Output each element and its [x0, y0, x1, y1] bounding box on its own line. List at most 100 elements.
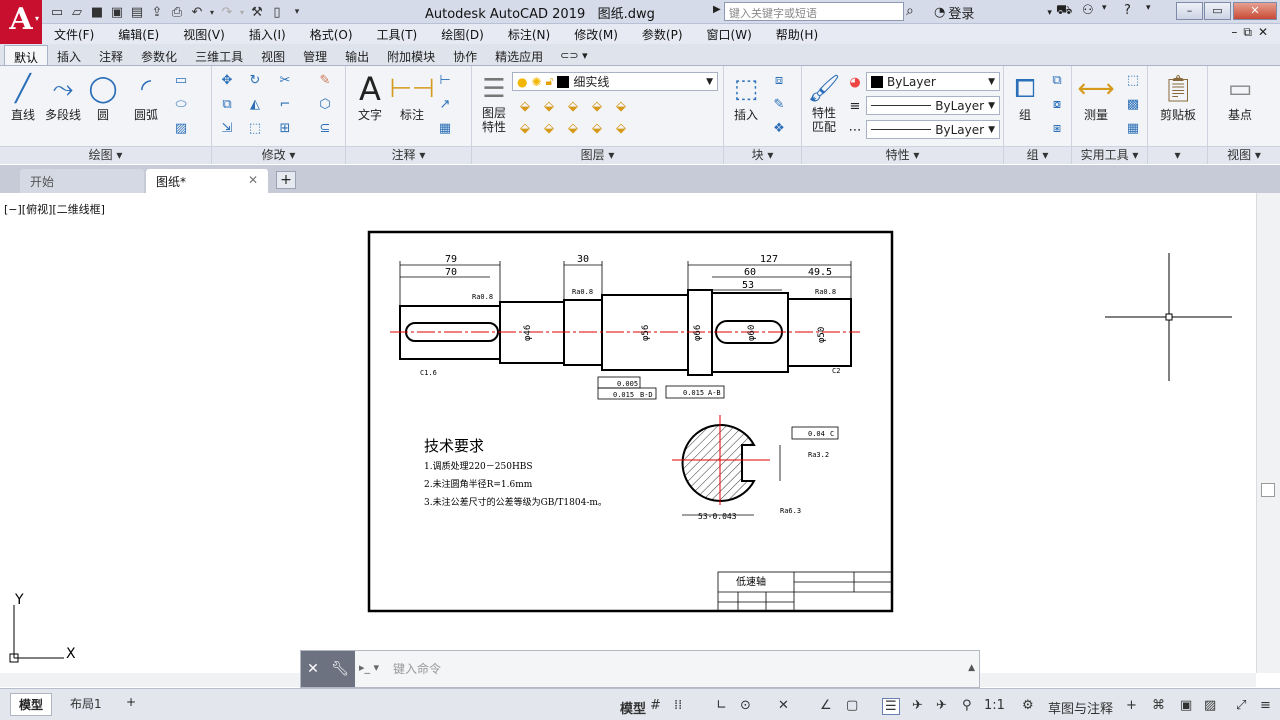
- group-button[interactable]: ⧠ 组: [1005, 72, 1045, 123]
- fullscreen-icon[interactable]: ⤢: [1236, 698, 1246, 713]
- layer-tool-4-icon[interactable]: ⬙: [588, 98, 606, 116]
- tab-addins[interactable]: 附加模块: [378, 45, 444, 65]
- menu-insert[interactable]: 插入(I): [237, 26, 298, 43]
- close-tab-icon[interactable]: ✕: [248, 173, 258, 187]
- annotation-visibility-icon[interactable]: ✈: [912, 698, 923, 713]
- text-button[interactable]: A 文字: [350, 70, 390, 123]
- panel-utilities-title[interactable]: 实用工具 ▾: [1072, 146, 1147, 164]
- circle-button[interactable]: ◯ 圆: [83, 72, 123, 123]
- calculator-icon[interactable]: ▦: [1124, 120, 1142, 138]
- match-properties-button[interactable]: 🖌︎ 特性 匹配: [804, 72, 844, 134]
- plot-icon[interactable]: ⎙: [168, 3, 186, 21]
- panel-block-title[interactable]: 块 ▾: [724, 146, 801, 164]
- color-wheel-icon[interactable]: ◕: [846, 74, 864, 92]
- lineweight-icon[interactable]: ≡: [846, 98, 864, 116]
- help-icon[interactable]: ?: [1124, 3, 1131, 18]
- vertical-scroll-thumb[interactable]: [1261, 483, 1275, 497]
- group-edit-icon[interactable]: ⧇: [1048, 96, 1066, 114]
- fillet-icon[interactable]: ⌐: [276, 96, 294, 114]
- panel-groups-title[interactable]: 组 ▾: [1004, 146, 1071, 164]
- export-icon[interactable]: ⇪: [148, 3, 166, 21]
- layer-tool-1-icon[interactable]: ⬙: [516, 98, 534, 116]
- osnap-icon[interactable]: ▢: [846, 698, 858, 713]
- menu-view[interactable]: 视图(V): [171, 26, 237, 43]
- open-icon[interactable]: ▱: [68, 3, 86, 21]
- layout-tab-layout1[interactable]: 布局1: [62, 693, 110, 714]
- scale-icon[interactable]: ⬚: [246, 120, 264, 138]
- save-icon[interactable]: ■: [88, 3, 106, 21]
- layer-tool-6-icon[interactable]: ⬙: [516, 120, 534, 138]
- close-button[interactable]: ✕: [1233, 2, 1277, 20]
- create-block-icon[interactable]: ⧈: [770, 72, 788, 90]
- drawing-canvas[interactable]: [−][俯视][二维线框] 79 70 30 127 60 49.5 53 φ4…: [0, 193, 1256, 673]
- workspace-gear-icon[interactable]: ⚙: [1022, 698, 1034, 713]
- layer-dropdown[interactable]: ● ✺ 🔓︎ 细实线 ▼: [512, 72, 718, 91]
- angle-icon[interactable]: ∠: [820, 698, 832, 713]
- tab-3d-tools[interactable]: 三维工具: [186, 45, 252, 65]
- maximize-button[interactable]: ▭: [1204, 2, 1231, 20]
- command-prompt-icon[interactable]: ▸_ ▾: [359, 661, 379, 674]
- menu-draw[interactable]: 绘图(D): [429, 26, 496, 43]
- ellipse-icon[interactable]: ⬭: [172, 96, 190, 114]
- linear-dim-icon[interactable]: ⊢: [436, 72, 454, 90]
- command-history-icon[interactable]: ▲: [968, 663, 975, 673]
- layer-tool-5-icon[interactable]: ⬙: [612, 98, 630, 116]
- command-input[interactable]: 键入命令: [393, 660, 441, 677]
- ortho-icon[interactable]: ∟: [716, 698, 727, 713]
- mirror-icon[interactable]: ◭: [246, 96, 264, 114]
- layer-tool-8-icon[interactable]: ⬙: [564, 120, 582, 138]
- minimize-button[interactable]: –: [1176, 2, 1203, 20]
- tab-collaborate[interactable]: 协作: [444, 45, 486, 65]
- isolate-icon[interactable]: ⌘: [1152, 698, 1165, 713]
- tab-insert[interactable]: 插入: [48, 45, 90, 65]
- offset-icon[interactable]: ⊆: [316, 120, 334, 138]
- copy-icon[interactable]: ⧉: [218, 96, 236, 114]
- ungroup-icon[interactable]: ⧉: [1048, 72, 1066, 90]
- search-input[interactable]: 键入关键字或短语: [724, 2, 904, 21]
- ribbon-minimize-icon[interactable]: ⊂⊃ ▾: [552, 46, 595, 65]
- customize-icon[interactable]: 🔧︎: [331, 661, 349, 677]
- undo-icon[interactable]: ↶: [188, 3, 206, 21]
- panel-view-title[interactable]: 视图 ▾: [1208, 146, 1280, 164]
- tab-manage[interactable]: 管理: [294, 45, 336, 65]
- menu-help[interactable]: 帮助(H): [764, 26, 830, 43]
- explode-icon[interactable]: ⬡: [316, 96, 334, 114]
- lineweight-dropdown[interactable]: ByLayer ▼: [866, 96, 1000, 115]
- hardware-accel-icon[interactable]: ▣: [1180, 698, 1192, 713]
- new-icon[interactable]: ▭: [48, 3, 66, 21]
- move-icon[interactable]: ✥: [218, 72, 236, 90]
- linetype-dropdown[interactable]: ByLayer ▼: [866, 120, 1000, 139]
- polyline-button[interactable]: ⤳ 多段线: [43, 72, 83, 123]
- group-select-icon[interactable]: ⧆: [1048, 120, 1066, 138]
- measure-button[interactable]: ⟷ 测量: [1076, 72, 1116, 123]
- tab-featured-apps[interactable]: 精选应用: [486, 45, 552, 65]
- login-button[interactable]: ◔ 登录 ▾: [934, 3, 1052, 22]
- clean-screen-icon[interactable]: ▨: [1204, 698, 1216, 713]
- customize-status-icon[interactable]: ≡: [1260, 698, 1271, 713]
- layer-tool-7-icon[interactable]: ⬙: [540, 120, 558, 138]
- dimension-button[interactable]: ⊢⊣ 标注: [389, 72, 434, 123]
- color-dropdown[interactable]: ByLayer ▼: [866, 72, 1000, 91]
- rotate-icon[interactable]: ↻: [246, 72, 264, 90]
- application-menu-button[interactable]: A ▾: [0, 0, 42, 44]
- panel-draw-title[interactable]: 绘图 ▾: [0, 146, 211, 164]
- snap-icon[interactable]: ⁞⁞: [674, 698, 682, 713]
- tab-parametric[interactable]: 参数化: [132, 45, 186, 65]
- quick-select-icon[interactable]: ⬚: [1124, 72, 1142, 90]
- panel-modify-title[interactable]: 修改 ▾: [212, 146, 345, 164]
- new-tab-button[interactable]: +: [276, 171, 296, 189]
- trim-icon[interactable]: ✂: [276, 72, 294, 90]
- array-icon[interactable]: ⊞: [276, 120, 294, 138]
- polar-icon[interactable]: ⊙: [740, 698, 751, 713]
- layer-tool-10-icon[interactable]: ⬙: [612, 120, 630, 138]
- block-attribute-icon[interactable]: ❖: [770, 120, 788, 138]
- save-as-icon[interactable]: ▣: [108, 3, 126, 21]
- layer-properties-button[interactable]: ☰ 图层 特性: [474, 72, 514, 134]
- annotation-scale-value[interactable]: 1:1: [984, 698, 1005, 713]
- file-tab-start[interactable]: 开始: [20, 169, 144, 193]
- tab-view[interactable]: 视图: [252, 45, 294, 65]
- clipboard-button[interactable]: 📋︎ 剪贴板: [1156, 72, 1200, 123]
- menu-format[interactable]: 格式(O): [298, 26, 365, 43]
- vertical-scrollbar[interactable]: [1256, 193, 1280, 673]
- layer-tool-9-icon[interactable]: ⬙: [588, 120, 606, 138]
